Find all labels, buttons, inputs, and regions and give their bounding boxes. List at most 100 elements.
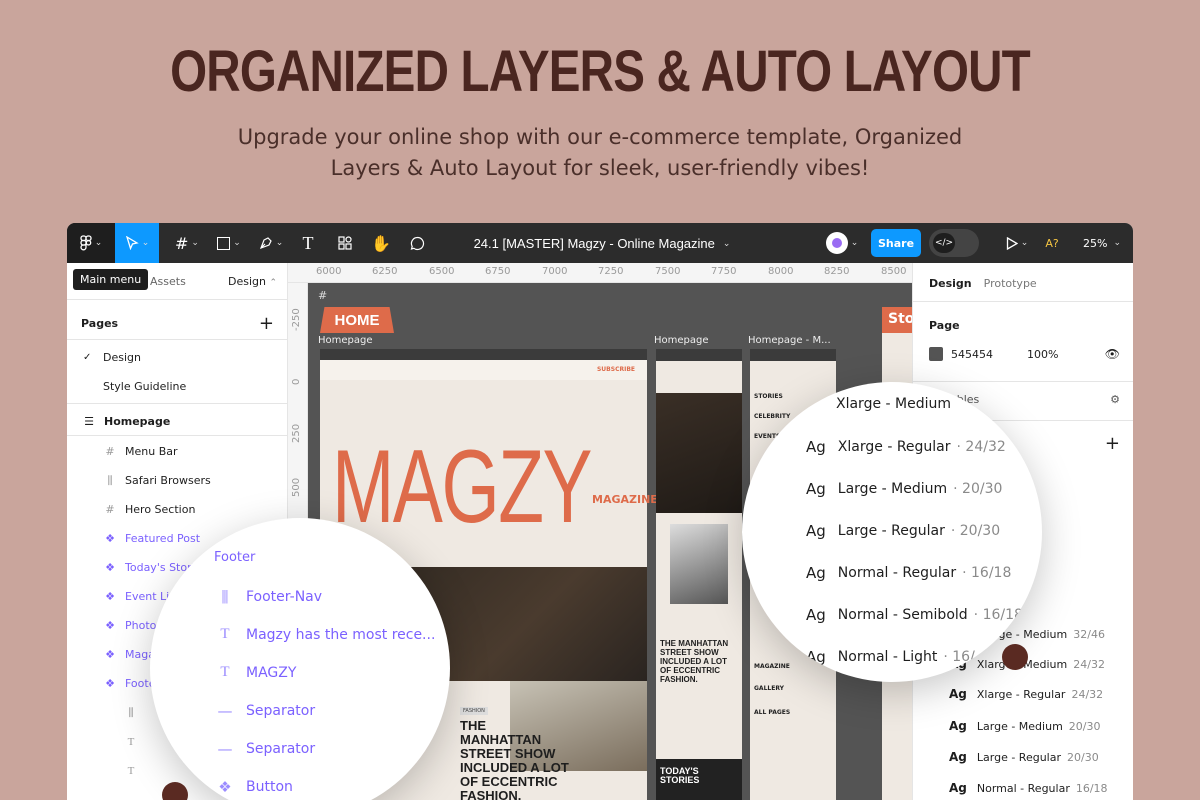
- layer-label: Menu Bar: [125, 445, 178, 458]
- frame-label[interactable]: Homepage: [318, 335, 373, 346]
- component-icon: ❖: [105, 532, 115, 545]
- layer-hero-section[interactable]: # Hero Section: [67, 495, 288, 524]
- component-icon: ❖: [105, 590, 115, 603]
- text-style-icon: Ag: [949, 781, 967, 795]
- text-style-row[interactable]: Ag Xlarge - Regular 24/32: [913, 683, 1133, 705]
- page-fill-row[interactable]: 545454 100% 👁: [913, 341, 1133, 367]
- lens-style-row: Xlarge - Medium: [836, 396, 951, 412]
- lens-layer-label: MAGZY: [246, 664, 297, 681]
- tab-prototype[interactable]: Prototype: [984, 277, 1037, 290]
- move-tool-icon: [125, 236, 139, 250]
- style-size: 24/32: [1071, 687, 1104, 701]
- lens-style-row: Ag Normal - Light · 16/: [806, 648, 975, 666]
- style-size: 20/30: [1068, 719, 1101, 733]
- figma-menu-button[interactable]: ⌄: [67, 223, 115, 263]
- text-style-row[interactable]: Ag Large - Medium 20/30: [913, 715, 1133, 737]
- ai-assist-button[interactable]: A?: [1039, 223, 1065, 263]
- divider: [67, 435, 288, 436]
- page-item-design[interactable]: ✓ Design: [67, 343, 288, 371]
- layer-menu-bar[interactable]: # Menu Bar: [67, 437, 288, 466]
- text-style-row[interactable]: Ag Large - Regular 20/30: [913, 746, 1133, 768]
- frame-tool-icon: #: [175, 233, 189, 253]
- tab-design[interactable]: Design: [929, 277, 972, 290]
- text-tool-button[interactable]: T: [293, 223, 323, 263]
- frame-list-icon: ☰: [84, 414, 94, 428]
- page-opacity[interactable]: 100%: [1027, 348, 1058, 361]
- present-button[interactable]: ⌄: [997, 223, 1037, 263]
- text-style-icon: Ag: [806, 648, 826, 666]
- mobile-nav-item: CELEBRITY: [754, 413, 791, 420]
- add-style-icon[interactable]: +: [1105, 433, 1120, 454]
- lens-style-row: Ag Large - Medium · 20/30: [806, 480, 1002, 498]
- share-button[interactable]: Share: [871, 229, 921, 257]
- style-name: Large - Medium: [976, 719, 1063, 733]
- hero-magzy-text: MAGZY: [332, 429, 592, 545]
- component-icon: ❖: [105, 648, 115, 661]
- text-layer-icon: T: [127, 764, 135, 777]
- component-icon: ❖: [218, 778, 232, 796]
- shape-tool-button[interactable]: ⌄: [209, 223, 249, 263]
- zoom-menu[interactable]: 25% ⌄: [1077, 223, 1127, 263]
- lens-style-name: Normal - Semibold: [837, 607, 968, 623]
- lens-style-size: · 16/18: [973, 607, 1023, 623]
- pen-tool-button[interactable]: ⌄: [251, 223, 291, 263]
- left-panel-tabs: Main menu Assets Design ⌃: [67, 263, 287, 300]
- chevron-down-icon: ⌄: [850, 238, 859, 248]
- tab-assets[interactable]: Assets: [150, 275, 186, 288]
- pen-tool-icon: [259, 237, 272, 250]
- comment-icon: [410, 236, 424, 250]
- text-style-icon: Ag: [806, 564, 826, 582]
- frame-homepage-mobile[interactable]: THE MANHATTAN STREET SHOW INCLUDED A LOT…: [656, 349, 742, 800]
- text-style-icon: Ag: [949, 719, 967, 733]
- text-style-icon: Ag: [806, 480, 826, 498]
- component-icon: ❖: [105, 677, 115, 690]
- text-style-icon: Ag: [949, 750, 967, 764]
- color-swatch[interactable]: [929, 347, 943, 361]
- settings-sliders-icon[interactable]: ⚙: [1110, 393, 1120, 406]
- frame-tool-button[interactable]: # ⌄: [167, 223, 207, 263]
- lens-layer-row: Footer: [214, 550, 255, 565]
- ruler-tick: 250: [291, 423, 302, 443]
- avatar-button[interactable]: ⌄: [819, 223, 865, 263]
- page-item-style-guideline[interactable]: Style Guideline: [67, 372, 288, 400]
- ruler-tick: 6750: [485, 266, 511, 277]
- hand-tool-button[interactable]: ✋: [365, 223, 397, 263]
- tab-design-label: Design: [228, 275, 266, 288]
- frame-label[interactable]: Homepage: [654, 335, 709, 346]
- tab-design-mode[interactable]: Design ⌃: [228, 275, 277, 288]
- check-icon: ✓: [83, 351, 92, 363]
- layer-label: Safari Browsers: [125, 474, 211, 487]
- shape-tool-icon: [217, 236, 231, 250]
- category-badge: FASHION: [460, 707, 488, 715]
- add-page-icon[interactable]: +: [259, 313, 274, 334]
- auto-layout-icon: ⫼: [128, 705, 134, 719]
- resources-icon: [338, 236, 352, 250]
- eye-icon[interactable]: 👁: [1105, 347, 1120, 361]
- ruler-tick: 7750: [711, 266, 737, 277]
- mobile-nav-item: ALL PAGES: [754, 709, 791, 716]
- dev-mode-toggle[interactable]: </>: [929, 229, 979, 257]
- page-item-label: Style Guideline: [103, 379, 187, 393]
- lens-style-size: · 20/30: [950, 523, 1001, 539]
- text-tool-icon: T: [302, 232, 314, 253]
- resources-button[interactable]: [329, 223, 361, 263]
- file-title-text: 24.1 [MASTER] Magzy - Online Magazine: [473, 235, 715, 251]
- layer-label: Homepage: [104, 414, 171, 428]
- chevron-up-icon: ⌃: [269, 278, 278, 288]
- text-style-icon: Ag: [806, 522, 826, 540]
- toolbar: ⌄ ⌄ # ⌄ ⌄ ⌄ T ✋ 24.1 [MASTER] Magzy - Onl…: [67, 223, 1133, 263]
- lens-style-name: Normal - Light: [837, 649, 938, 665]
- layer-frame-homepage[interactable]: ☰ Homepage: [67, 407, 288, 435]
- chevron-down-icon: ⌄: [275, 238, 284, 248]
- layer-safari-browsers[interactable]: ⫼ Safari Browsers: [67, 466, 288, 495]
- frame-label[interactable]: Homepage - M...: [748, 335, 831, 346]
- mobile-feature-image: [670, 524, 728, 604]
- text-style-row[interactable]: Ag Normal - Regular 16/18: [913, 777, 1133, 799]
- right-panel-tabs: Design Prototype: [913, 273, 1133, 293]
- lens-style-name: Normal - Regular: [837, 565, 957, 581]
- page-color-hex[interactable]: 545454: [951, 348, 993, 361]
- divider: [67, 339, 288, 340]
- comment-tool-button[interactable]: [401, 223, 433, 263]
- file-title[interactable]: 24.1 [MASTER] Magzy - Online Magazine ⌄: [437, 223, 767, 263]
- move-tool-button[interactable]: ⌄: [115, 223, 159, 263]
